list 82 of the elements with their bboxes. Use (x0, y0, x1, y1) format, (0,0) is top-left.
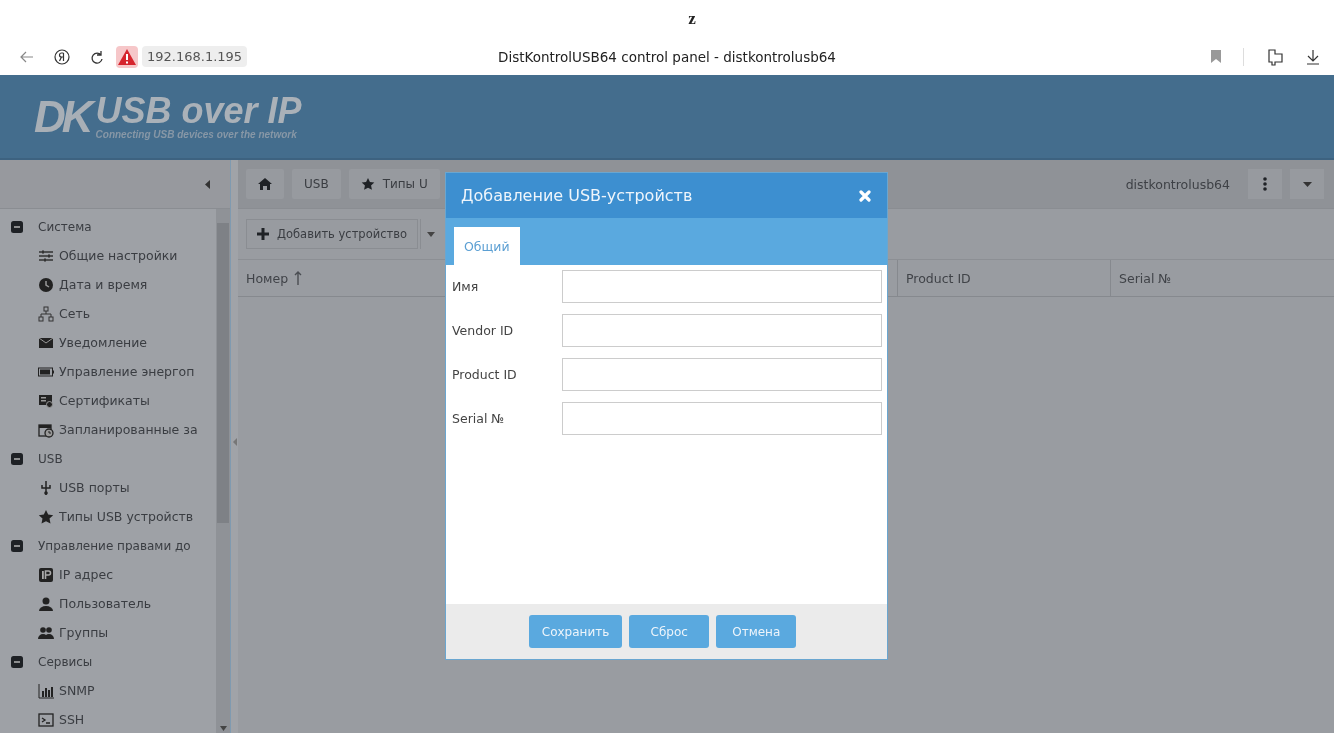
extension-icon[interactable] (1266, 47, 1284, 66)
browser-logo-icon[interactable] (54, 48, 70, 65)
page-title: DistKontrolUSB64 control panel - distkontrolusb64 (498, 48, 836, 65)
sidebar-item[interactable]: SNMP (59, 683, 95, 698)
dialog-button[interactable]: Сброс (629, 615, 710, 648)
sidebar-item[interactable]: Пользователь (59, 596, 152, 611)
reload-icon[interactable] (90, 48, 104, 65)
sidebar-group[interactable]: Сервисы (38, 654, 93, 669)
clock-icon (38, 276, 54, 293)
product-name: USB over IP (95, 93, 302, 129)
dropdown-button[interactable] (1290, 169, 1324, 199)
star-icon (38, 508, 54, 525)
tagline: Connecting USB devices over the network (95, 129, 298, 140)
dialog-button[interactable]: Сохранить (528, 615, 623, 648)
users-icon (38, 624, 54, 641)
input-field[interactable] (562, 402, 882, 435)
download-icon[interactable] (1306, 48, 1320, 65)
user-icon (38, 595, 54, 612)
close-icon[interactable] (859, 189, 871, 202)
back-icon[interactable] (20, 50, 34, 63)
star-icon (360, 177, 375, 191)
sidebar-item[interactable]: Сеть (59, 306, 91, 321)
stray-letter: z (688, 9, 696, 29)
sidebar-item[interactable]: Дата и время (59, 277, 148, 292)
sidebar-item[interactable]: Общие настройки (59, 248, 178, 263)
column-header[interactable]: Serial № (1111, 260, 1334, 296)
home-crumb[interactable] (246, 169, 284, 199)
plus-icon (257, 228, 269, 240)
calendar-icon (38, 421, 54, 438)
sidebar-item[interactable]: Уведомление (59, 335, 148, 350)
scroll-down-icon[interactable] (219, 726, 227, 731)
input-field[interactable] (562, 358, 882, 391)
ip-badge-icon (38, 566, 54, 583)
kebab-menu-button[interactable] (1248, 169, 1282, 199)
warning-icon[interactable] (116, 45, 138, 68)
collapse-icon[interactable] (11, 655, 23, 668)
kebab-icon (1263, 177, 1267, 191)
certificate-icon (38, 392, 54, 409)
usb-icon (38, 479, 54, 496)
sidebar-item[interactable]: Типы USB устройств (59, 509, 194, 524)
sidebar-group[interactable]: Управление правами до (38, 538, 191, 553)
splitter-arrow-icon[interactable] (232, 438, 237, 446)
home-icon (258, 178, 272, 190)
sidebar-item[interactable]: Сертификаты (59, 393, 150, 408)
sidebar-group[interactable]: USB (38, 451, 63, 466)
breadcrumb[interactable]: USB (292, 169, 341, 199)
caret-icon (427, 231, 435, 237)
sidebar-item[interactable]: IP адрес (59, 567, 113, 582)
sidebar-item[interactable]: Запланированные за (59, 422, 198, 437)
collapse-icon[interactable] (11, 539, 23, 552)
collapse-icon[interactable] (11, 220, 23, 233)
sidebar-item[interactable]: SSH (59, 712, 85, 727)
terminal-icon (38, 711, 54, 728)
breadcrumb[interactable]: Типы U (348, 169, 440, 199)
field-label: Serial № (452, 411, 506, 426)
caret-icon (1302, 181, 1312, 187)
sidebar-item[interactable]: Управление энергоп (59, 364, 195, 379)
field-label: Product ID (452, 367, 518, 382)
tab[interactable]: Общий (454, 227, 520, 265)
dialog-button[interactable]: Отмена (716, 615, 797, 648)
field-label: Vendor ID (452, 323, 515, 338)
breadcrumb-label: Типы U (382, 177, 428, 191)
field-label: Имя (452, 279, 480, 294)
sidebar-item[interactable]: USB порты (59, 480, 130, 495)
scrollbar[interactable] (216, 209, 230, 733)
input-field[interactable] (562, 270, 882, 303)
bookmark-icon[interactable] (1211, 50, 1221, 63)
sort-arrow-icon[interactable] (294, 271, 303, 285)
add-device-button[interactable]: Добавить устройство (246, 219, 418, 249)
network-icon (38, 305, 54, 322)
collapse-sidebar-icon[interactable] (205, 179, 210, 189)
address-field[interactable]: 192.168.1.195 (142, 46, 248, 67)
column-header[interactable]: Номер (238, 260, 303, 296)
dialog-title: Добавление USB-устройств (461, 186, 693, 205)
sidebar-item[interactable]: Группы (59, 625, 109, 640)
bar-chart-icon (38, 682, 54, 699)
breadcrumb-label: USB (304, 177, 329, 191)
input-field[interactable] (562, 314, 882, 347)
column-header[interactable]: Product ID (897, 260, 1111, 296)
sidebar-group[interactable]: Система (38, 219, 92, 234)
user-name: distkontrolusb64 (1125, 176, 1230, 192)
collapse-icon[interactable] (11, 452, 23, 465)
